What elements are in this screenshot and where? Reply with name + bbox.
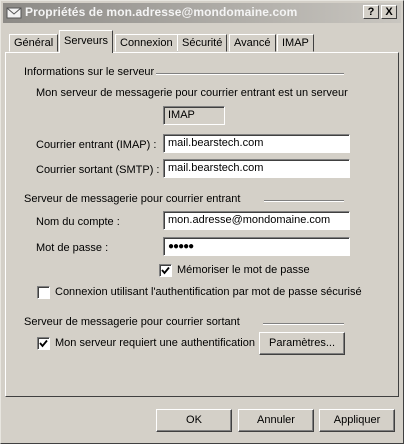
outgoing-server-field[interactable]: mail.bearstech.com [163,159,350,178]
ok-button[interactable]: OK [156,409,232,432]
properties-dialog: Propriétés de mon.adresse@mondomaine.com… [0,0,404,444]
password-label: Mot de passe : [36,242,109,254]
outgoing-server-label: Courrier sortant (SMTP) : [36,164,160,176]
settings-button[interactable]: Paramètres... [259,332,345,355]
apply-button[interactable]: Appliquer [319,409,395,432]
checkmark-icon [39,339,48,348]
account-name-label: Nom du compte : [36,216,120,228]
cancel-button[interactable]: Annuler [238,409,314,432]
password-field[interactable]: ●●●●● [163,237,350,256]
title-bar[interactable]: Propriétés de mon.adresse@mondomaine.com… [3,3,401,23]
tab-connection[interactable]: Connexion [115,34,178,52]
incoming-server-label: Courrier entrant (IMAP) : [36,139,157,151]
server-info-group-label: Informations sur le serveur [24,66,155,78]
group-separator [156,73,344,75]
spa-checkbox[interactable] [37,286,50,299]
spa-label[interactable]: Connexion utilisant l'authentification p… [55,286,362,298]
close-button[interactable]: X [381,5,397,19]
window-title: Propriétés de mon.adresse@mondomaine.com [25,5,298,19]
outgoing-auth-checkbox[interactable] [37,337,50,350]
outgoing-auth-label[interactable]: Mon serveur requiert une authentificatio… [55,337,255,349]
tab-security[interactable]: Sécurité [177,34,228,52]
servers-tab-panel: Informations sur le serveur Mon serveur … [5,52,399,397]
incoming-server-field[interactable]: mail.bearstech.com [163,134,350,153]
remember-password-checkbox[interactable] [159,264,172,277]
incoming-type-field: IMAP [163,106,225,125]
remember-password-label[interactable]: Mémoriser le mot de passe [177,264,310,276]
outgoing-group-label: Serveur de messagerie pour courrier sort… [24,316,240,328]
tab-imap[interactable]: IMAP [277,34,314,52]
incoming-type-label: Mon serveur de messagerie pour courrier … [36,87,348,99]
group-separator [264,200,344,202]
checkmark-icon [161,266,170,275]
tab-advanced[interactable]: Avancé [229,34,276,52]
incoming-group-label: Serveur de messagerie pour courrier entr… [24,193,241,205]
tab-servers[interactable]: Serveurs [59,30,114,53]
tab-general[interactable]: Général [9,34,59,52]
account-name-field[interactable]: mon.adresse@mondomaine.com [163,211,350,230]
mail-account-icon [6,7,22,19]
help-button[interactable]: ? [363,5,379,19]
group-separator [263,323,344,325]
